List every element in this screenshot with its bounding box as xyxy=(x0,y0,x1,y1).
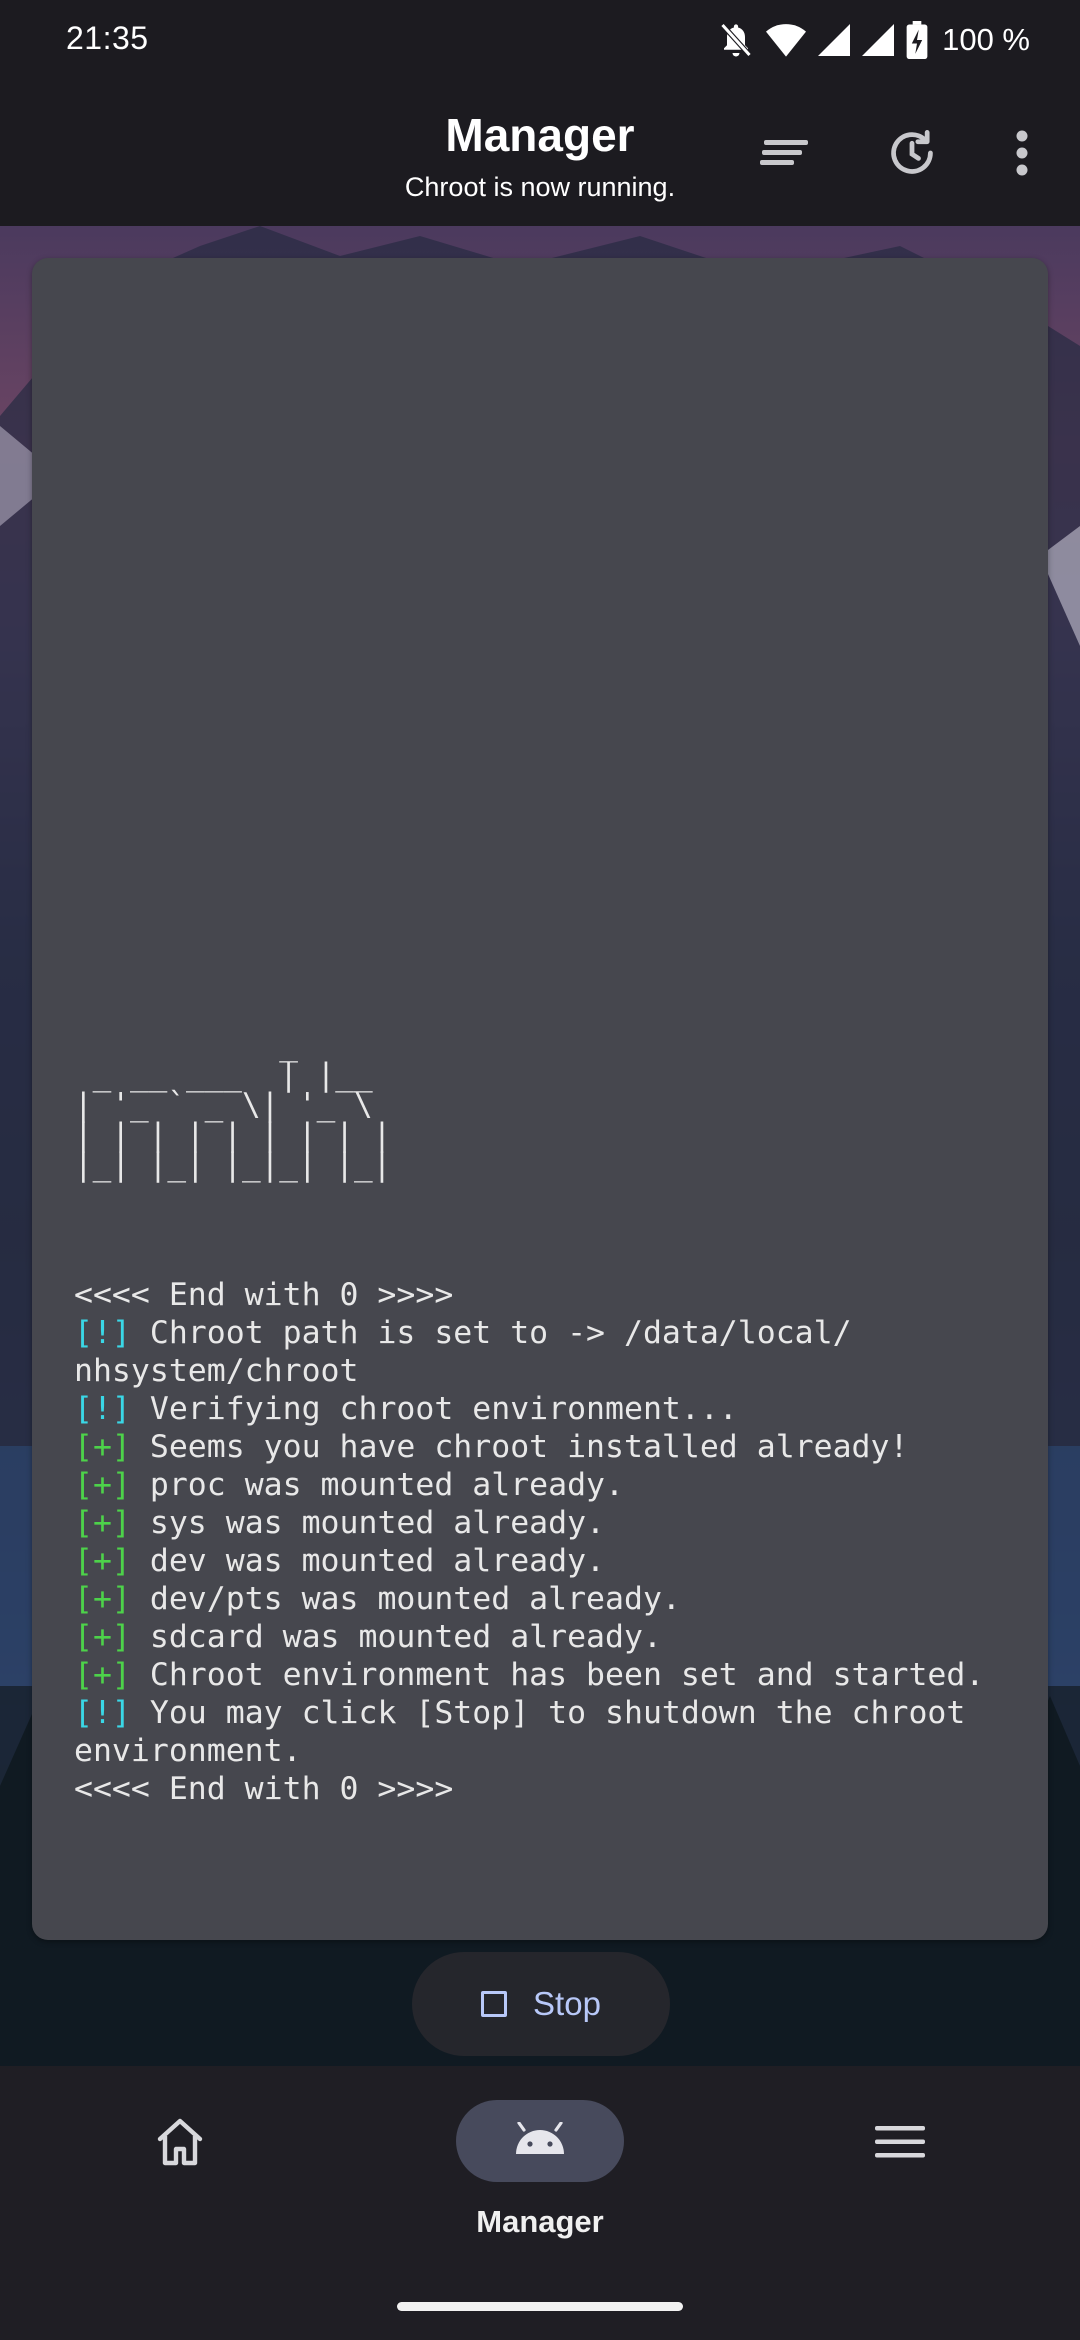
terminal-line-text: <<<< End with 0 >>>> xyxy=(74,1771,454,1807)
terminal-line-text: Chroot path is set to -> /data/local/ xyxy=(130,1315,852,1351)
sort-button[interactable] xyxy=(750,120,820,190)
success-tag: [+] xyxy=(74,1505,131,1541)
terminal-line: [!] You may click [Stop] to shutdown the… xyxy=(74,1694,1024,1732)
info-tag: [!] xyxy=(74,1391,131,1427)
success-tag: [+] xyxy=(74,1467,131,1503)
battery-charging-icon xyxy=(906,21,928,59)
bell-off-icon xyxy=(718,20,754,60)
terminal-line: [+] sdcard was mounted already. xyxy=(74,1618,1024,1656)
nav-item-manager[interactable]: Manager xyxy=(360,2066,720,2266)
signal-icon xyxy=(862,23,895,57)
wifi-icon xyxy=(766,23,807,57)
info-tag: [!] xyxy=(74,1315,131,1351)
terminal-line: [!] Verifying chroot environment... xyxy=(74,1390,1024,1428)
more-options-button[interactable] xyxy=(987,120,1057,190)
stop-square-icon xyxy=(481,1991,508,2017)
terminal-line: [+] Seems you have chroot installed alre… xyxy=(74,1428,1024,1466)
nav-item-menu[interactable] xyxy=(720,2066,1080,2266)
nav-item-label: Manager xyxy=(476,2204,604,2239)
screen: 21:35 100 % Manager Chroot is now runnin… xyxy=(0,0,1080,2340)
terminal-line-text: dev was mounted already. xyxy=(130,1543,606,1579)
nav-active-indicator xyxy=(456,2100,624,2182)
gesture-home-indicator[interactable] xyxy=(397,2302,683,2311)
terminal-text: _ _ __ ___ | |__ | '_ ` _ \| '_ \ | | | … xyxy=(74,954,1024,1884)
terminal-lines: <<<< End with 0 >>>> [!] Chroot path is s… xyxy=(74,1276,1024,1808)
success-tag: [+] xyxy=(74,1581,131,1617)
ascii-logo: _ _ __ ___ | |__ | '_ ` _ \| '_ \ | | | … xyxy=(74,1027,392,1183)
terminal-line: nhsystem/chroot xyxy=(74,1352,1024,1390)
top-app-bar: Manager Chroot is now running. xyxy=(0,80,1080,226)
terminal-line: [+] Chroot environment has been set and … xyxy=(74,1656,1024,1694)
android-icon xyxy=(512,2120,568,2161)
bottom-navigation: Manager xyxy=(0,2066,1080,2340)
terminal-line: [+] proc was mounted already. xyxy=(74,1466,1024,1504)
battery-level: 100 % xyxy=(942,22,1030,57)
success-tag: [+] xyxy=(74,1619,131,1655)
stop-button-label: Stop xyxy=(533,1985,601,2022)
terminal-line-text: You may click [Stop] to shutdown the chr… xyxy=(130,1695,966,1731)
terminal-line: [+] sys was mounted already. xyxy=(74,1504,1024,1542)
terminal-line: environment. xyxy=(74,1732,1024,1770)
sort-lines-icon xyxy=(760,136,810,175)
more-vert-icon xyxy=(1014,128,1030,183)
success-tag: [+] xyxy=(74,1543,131,1579)
terminal-line-text: nhsystem/chroot xyxy=(74,1353,359,1389)
home-icon xyxy=(150,2114,210,2170)
info-tag: [!] xyxy=(74,1695,131,1731)
terminal-line-text: sys was mounted already. xyxy=(130,1505,606,1541)
terminal-line: [+] dev was mounted already. xyxy=(74,1542,1024,1580)
status-icons: 100 % xyxy=(718,18,1030,62)
terminal-output: _ _ __ ___ | |__ | '_ ` _ \| '_ \ | | | … xyxy=(32,258,1048,1940)
terminal-line-text: proc was mounted already. xyxy=(130,1467,624,1503)
terminal-line: <<<< End with 0 >>>> xyxy=(74,1276,1024,1314)
nav-item-home[interactable] xyxy=(0,2066,360,2266)
success-tag: [+] xyxy=(74,1429,131,1465)
terminal-line-text: sdcard was mounted already. xyxy=(130,1619,662,1655)
status-bar: 21:35 100 % xyxy=(0,0,1080,80)
terminal-line: [+] dev/pts was mounted already. xyxy=(74,1580,1024,1618)
terminal-line-text: dev/pts was mounted already. xyxy=(130,1581,681,1617)
terminal-line: <<<< End with 0 >>>> xyxy=(74,1770,1024,1808)
signal-icon xyxy=(818,23,851,57)
terminal-line-text: Verifying chroot environment... xyxy=(130,1391,738,1427)
terminal-line-text: Chroot environment has been set and star… xyxy=(130,1657,985,1693)
terminal-line-text: <<<< End with 0 >>>> xyxy=(74,1277,454,1313)
history-button[interactable] xyxy=(877,120,947,190)
terminal-line-text: Seems you have chroot installed already! xyxy=(130,1429,909,1465)
terminal-line-text: environment. xyxy=(74,1733,302,1769)
stop-button[interactable]: Stop xyxy=(412,1952,670,2056)
status-time: 21:35 xyxy=(66,20,149,56)
terminal-line: [!] Chroot path is set to -> /data/local… xyxy=(74,1314,1024,1352)
success-tag: [+] xyxy=(74,1657,131,1693)
menu-icon xyxy=(870,2114,930,2170)
history-icon xyxy=(886,127,938,184)
